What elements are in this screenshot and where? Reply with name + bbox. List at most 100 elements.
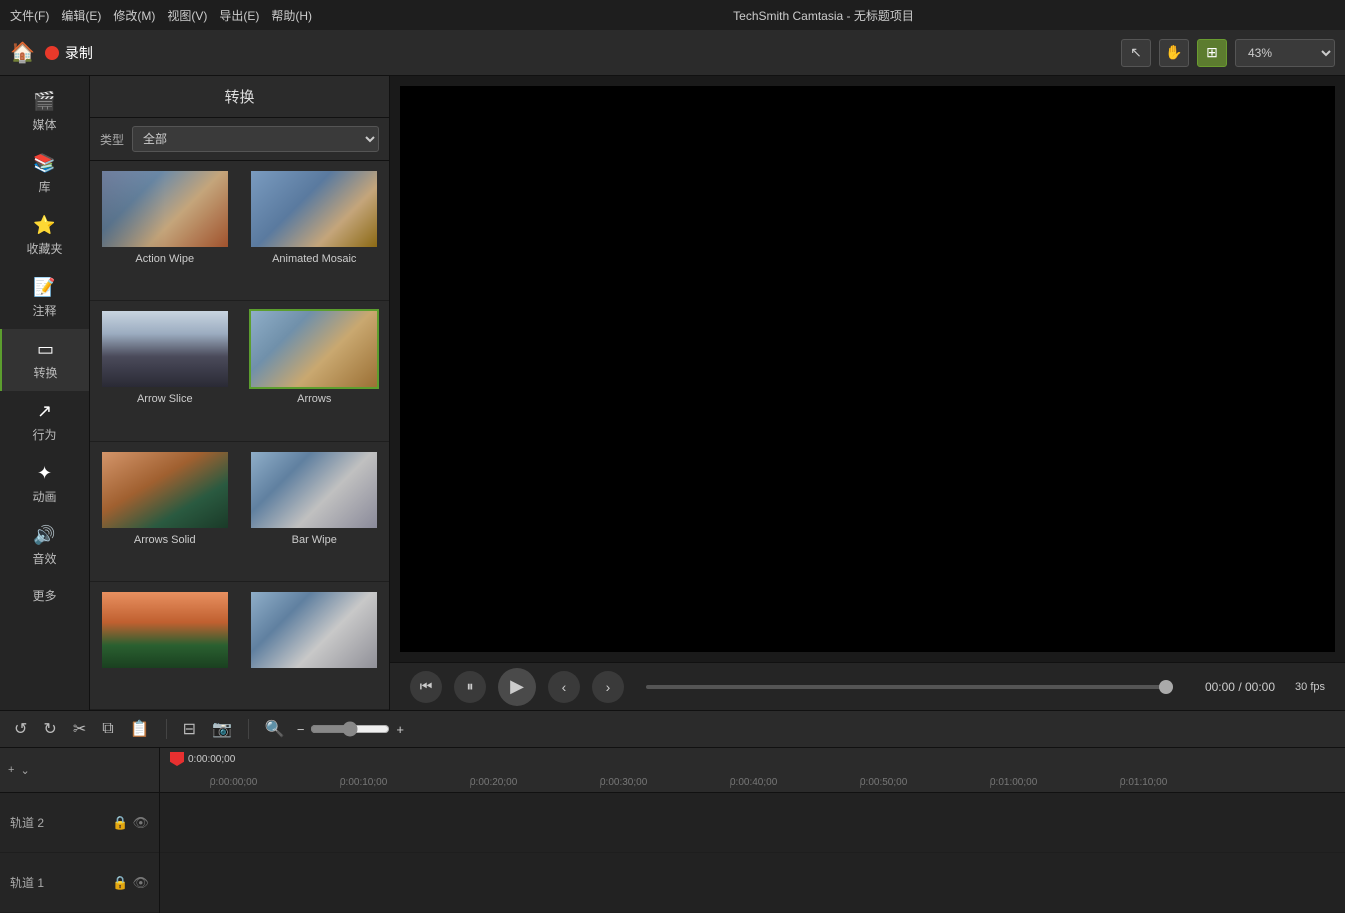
track1-lock-icon[interactable]: 🔒	[112, 875, 128, 891]
timeline-tracks[interactable]: 0:00:00;00 0:00:00;00 0:00:10;00 0:00:20…	[160, 748, 1345, 913]
rewind-button[interactable]: ⏮	[410, 671, 442, 703]
zoom-slider[interactable]: − +	[297, 721, 404, 737]
zoom-plus[interactable]: +	[396, 722, 404, 737]
track2-label: 轨道 2	[10, 814, 44, 831]
list-item[interactable]: Action Wipe	[90, 161, 240, 301]
ruler-tick: 0:00:20;00	[470, 777, 600, 788]
cut-button[interactable]: ✂	[69, 717, 90, 741]
tick-label: 0:00:10;00	[340, 777, 387, 788]
current-time: 00:00	[1205, 680, 1235, 694]
ruler-playhead: 0:00:00;00	[170, 752, 235, 766]
pan-tool-button[interactable]: ✋	[1159, 39, 1189, 67]
timeline-ruler: 0:00:00;00 0:00:00;00 0:00:10;00 0:00:20…	[160, 748, 1345, 793]
list-item[interactable]: Arrows	[240, 301, 390, 441]
zoom-range[interactable]	[310, 721, 390, 737]
bottom2-thumb	[251, 592, 377, 668]
menu-item[interactable]: 编辑(E)	[61, 7, 101, 24]
snapshot-button[interactable]: 📷	[208, 717, 236, 741]
menu-item[interactable]: 文件(F)	[10, 7, 49, 24]
bar-wipe-thumb	[251, 452, 377, 528]
list-item[interactable]: Animated Mosaic	[240, 161, 390, 301]
redo-button[interactable]: ↻	[39, 717, 60, 741]
ruler-start-time: 0:00:00;00	[188, 754, 235, 765]
fps-display: 30 fps	[1295, 681, 1325, 693]
track2-icons: 🔒 👁	[112, 815, 149, 831]
sidebar-item-media[interactable]: 🎬 媒体	[0, 81, 89, 143]
menu-bar[interactable]: 文件(F) 编辑(E) 修改(M) 视图(V) 导出(E) 帮助(H)	[10, 7, 312, 24]
record-label: 录制	[65, 43, 93, 63]
prev-frame-button[interactable]: ‹	[548, 671, 580, 703]
sidebar-item-library[interactable]: 📚 库	[0, 143, 89, 205]
paste-button[interactable]: 📋	[126, 717, 154, 741]
audio-icon: 🔊	[33, 525, 55, 546]
split-button[interactable]: ⊟	[179, 717, 200, 741]
track-labels: + ⌄ 轨道 2 🔒 👁 轨道 1 🔒 👁	[0, 748, 160, 913]
sidebar-item-animations[interactable]: ✦ 动画	[0, 453, 89, 515]
ruler-tick: 0:00:10;00	[340, 777, 470, 788]
add-track-button[interactable]: +	[8, 764, 14, 776]
menu-item[interactable]: 帮助(H)	[271, 7, 312, 24]
sidebar-item-transitions[interactable]: ▭ 转换	[0, 329, 89, 391]
track2-area[interactable]	[160, 793, 1345, 853]
track-header: + ⌄	[0, 748, 159, 793]
transition-name: Action Wipe	[135, 253, 194, 265]
list-item[interactable]	[240, 582, 390, 710]
transition-name: Bar Wipe	[292, 534, 337, 546]
track1-area[interactable]	[160, 853, 1345, 913]
sidebar-item-more[interactable]: 更多	[0, 577, 89, 614]
menu-item[interactable]: 导出(E)	[219, 7, 259, 24]
timeline-scrubber[interactable]	[646, 685, 1173, 689]
list-item[interactable]	[90, 582, 240, 710]
zoom-minus[interactable]: −	[297, 722, 305, 737]
sidebar-library-label: 库	[38, 178, 50, 195]
transition-thumbnail	[249, 169, 379, 249]
crop-tool-button[interactable]: ⊞	[1197, 39, 1227, 67]
sidebar-item-behaviors[interactable]: ↗ 行为	[0, 391, 89, 453]
undo-button[interactable]: ↺	[10, 717, 31, 741]
copy-button[interactable]: ⧉	[98, 718, 117, 740]
panel-filter: 类型 全部 切入 切出	[90, 118, 389, 161]
transitions-panel: 转换 类型 全部 切入 切出 Action Wipe Ani	[90, 76, 390, 710]
sidebar-item-audio[interactable]: 🔊 音效	[0, 515, 89, 577]
sidebar-item-annotations[interactable]: 📝 注释	[0, 267, 89, 329]
behaviors-icon: ↗	[37, 401, 52, 422]
sidebar-more-label: 更多	[32, 587, 56, 604]
list-item[interactable]: Arrow Slice	[90, 301, 240, 441]
track1-visibility-icon[interactable]: 👁	[132, 875, 149, 891]
list-item[interactable]: Arrows Solid	[90, 442, 240, 582]
type-filter-select[interactable]: 全部 切入 切出	[132, 126, 379, 152]
next-frame-button[interactable]: ›	[592, 671, 624, 703]
transitions-icon: ▭	[37, 339, 54, 360]
transition-name: Arrows	[297, 393, 331, 405]
play-button[interactable]: ▶	[498, 668, 536, 706]
track-collapse-button[interactable]: ⌄	[20, 764, 29, 777]
transition-thumbnail	[249, 450, 379, 530]
list-item[interactable]: Bar Wipe	[240, 442, 390, 582]
ruler-tick: 0:00:00;00	[210, 777, 340, 788]
zoom-select[interactable]: 43%	[1235, 39, 1335, 67]
timeline-toolbar: ↺ ↻ ✂ ⧉ 📋 ⊟ 📷 🔍 − +	[0, 710, 1345, 748]
pause-button[interactable]: ⏸	[454, 671, 486, 703]
sidebar-behaviors-label: 行为	[32, 426, 56, 443]
record-button[interactable]: 录制	[45, 43, 93, 63]
preview-canvas	[400, 86, 1335, 652]
transition-thumbnail	[100, 169, 230, 249]
player-controls: ⏮ ⏸ ▶ ‹ › 00:00 / 00:00 30 fps	[390, 662, 1345, 710]
time-separator: /	[1238, 680, 1245, 694]
ruler-tick: 0:00:30;00	[600, 777, 730, 788]
tick-label: 0:00:30;00	[600, 777, 647, 788]
total-time: 00:00	[1245, 680, 1275, 694]
menu-item[interactable]: 修改(M)	[113, 7, 155, 24]
filter-label: 类型	[100, 131, 124, 148]
annotations-icon: 📝	[33, 277, 55, 298]
menu-item[interactable]: 视图(V)	[167, 7, 207, 24]
sidebar-item-favorites[interactable]: ⭐ 收藏夹	[0, 205, 89, 267]
track2-lock-icon[interactable]: 🔒	[112, 815, 128, 831]
track2-visibility-icon[interactable]: 👁	[132, 815, 149, 831]
preview-area: ⏮ ⏸ ▶ ‹ › 00:00 / 00:00 30 fps	[390, 76, 1345, 710]
select-tool-button[interactable]: ↖	[1121, 39, 1151, 67]
transition-thumbnail	[100, 309, 230, 389]
home-button[interactable]: 🏠	[10, 40, 35, 65]
toolbar-separator2	[248, 719, 249, 739]
zoom-in-icon: 🔍	[261, 717, 289, 741]
